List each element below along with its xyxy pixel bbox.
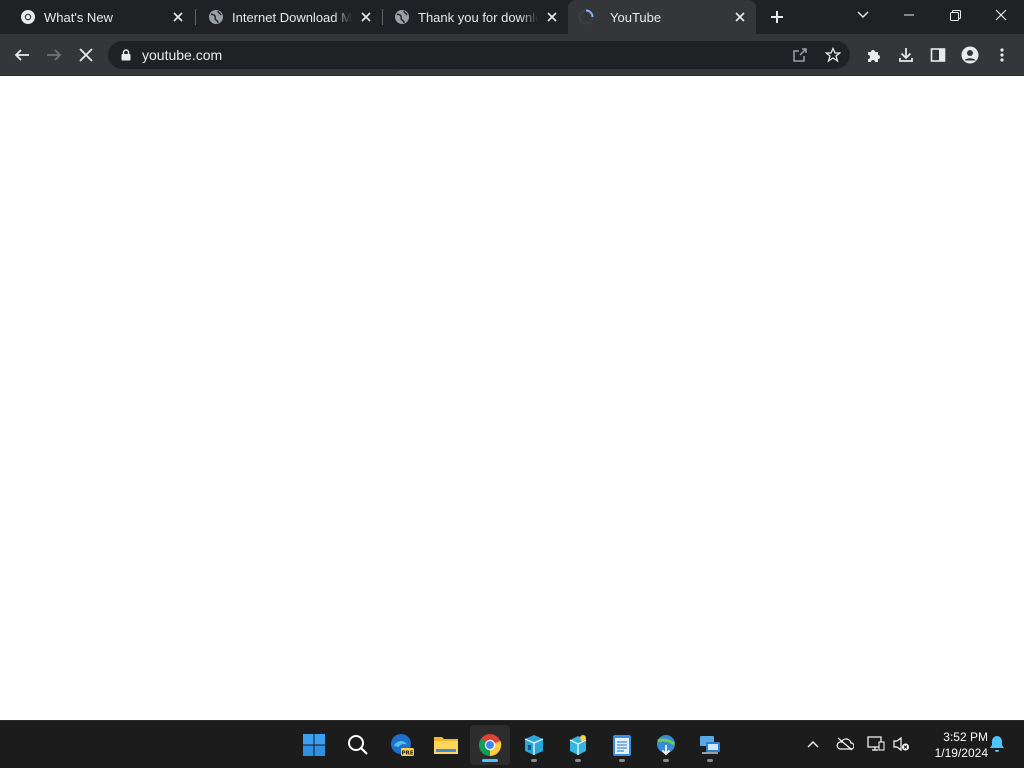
text-cursor-icon — [394, 49, 400, 67]
side-panel-icon — [930, 48, 946, 62]
volume-mute-icon[interactable] — [890, 733, 912, 755]
kebab-menu-icon — [1000, 48, 1004, 62]
restore-icon — [949, 9, 961, 21]
close-icon — [79, 48, 93, 62]
system-clock[interactable]: 3:52 PM 1/19/2024 — [918, 729, 988, 761]
network-app-icon — [700, 736, 720, 754]
clock-time: 3:52 PM — [943, 730, 988, 744]
chrome-icon — [479, 734, 502, 756]
tab-title: YouTube — [610, 9, 662, 25]
web-page-content[interactable] — [0, 76, 1024, 720]
tab-youtube[interactable]: YouTube — [568, 0, 756, 34]
restore-button[interactable] — [932, 0, 978, 30]
taskbar-search-button[interactable] — [338, 725, 378, 765]
display-network-icon[interactable] — [865, 733, 887, 755]
windows-taskbar: PRE 3:52 PM 1/19/2024 — [0, 720, 1024, 768]
share-icon[interactable] — [790, 45, 810, 65]
stop-loading-button[interactable] — [70, 39, 102, 71]
taskbar-notepad[interactable] — [602, 725, 642, 765]
running-app-indicator — [707, 759, 713, 762]
chrome-icon — [20, 9, 36, 25]
taskbar-app-cube-2[interactable] — [558, 725, 598, 765]
taskbar-internet-download-manager[interactable] — [646, 725, 686, 765]
file-explorer-icon — [434, 737, 458, 754]
puzzle-icon — [868, 50, 880, 62]
globe-icon — [208, 9, 224, 25]
tab-title: What's New — [44, 9, 113, 25]
running-app-indicator — [619, 759, 625, 762]
close-icon[interactable] — [732, 9, 748, 25]
chevron-down-icon — [857, 11, 869, 18]
internet-download-manager-icon — [657, 735, 675, 756]
lock-icon[interactable] — [118, 47, 134, 63]
minimize-button[interactable] — [886, 0, 932, 30]
close-window-button[interactable] — [978, 0, 1024, 30]
taskbar-edge-beta[interactable]: PRE — [382, 725, 422, 765]
chevron-up-icon[interactable] — [802, 733, 824, 755]
running-app-indicator — [663, 759, 669, 762]
plus-icon — [771, 11, 783, 23]
side-panel-button[interactable] — [922, 39, 954, 71]
globe-icon — [394, 9, 410, 25]
svg-text:PRE: PRE — [401, 750, 413, 756]
active-app-indicator — [482, 759, 498, 762]
clock-date: 1/19/2024 — [934, 746, 988, 760]
taskbar-app-cube[interactable] — [514, 725, 554, 765]
minimize-icon — [904, 14, 914, 16]
new-tab-button[interactable] — [765, 5, 789, 29]
tab-title: Internet Download Ma — [232, 9, 352, 25]
tab-thank-you[interactable]: Thank you for downlo — [374, 0, 568, 34]
avatar-icon — [961, 46, 979, 64]
close-icon[interactable] — [170, 9, 186, 25]
tab-whats-new[interactable]: What's New — [0, 0, 194, 34]
back-button[interactable] — [6, 39, 38, 71]
taskbar-chrome[interactable] — [470, 725, 510, 765]
arrow-left-icon — [14, 49, 29, 61]
close-icon[interactable] — [358, 9, 374, 25]
tab-search-button[interactable] — [840, 0, 886, 30]
taskbar-file-explorer[interactable] — [426, 725, 466, 765]
address-bar[interactable]: youtube.com — [108, 41, 850, 69]
url-text: youtube.com — [142, 47, 223, 63]
windows-start-icon — [303, 734, 325, 756]
app-cube2-icon — [569, 735, 587, 755]
tab-title: Thank you for downlo — [418, 9, 538, 25]
running-app-indicator — [575, 759, 581, 762]
close-icon — [995, 9, 1007, 21]
search-icon — [348, 735, 368, 755]
tab-strip: What's New Internet Download Ma Thank yo… — [0, 0, 1024, 34]
bookmark-star-icon[interactable] — [823, 45, 843, 65]
menu-button[interactable] — [986, 39, 1018, 71]
onedrive-offline-icon[interactable] — [834, 733, 856, 755]
notepad-icon — [613, 735, 631, 756]
extensions-button[interactable] — [858, 39, 890, 71]
download-icon — [899, 48, 913, 62]
notifications-icon[interactable] — [986, 733, 1008, 755]
arrow-right-icon — [47, 49, 62, 61]
tab-internet-download-manager[interactable]: Internet Download Ma — [188, 0, 382, 34]
start-button[interactable] — [294, 725, 334, 765]
running-app-indicator — [531, 759, 537, 762]
close-icon[interactable] — [544, 9, 560, 25]
downloads-button[interactable] — [890, 39, 922, 71]
profile-button[interactable] — [954, 39, 986, 71]
forward-button[interactable] — [38, 39, 70, 71]
taskbar-network-app[interactable] — [690, 725, 730, 765]
loading-spinner-icon — [578, 9, 594, 25]
edge-beta-icon: PRE — [391, 734, 414, 756]
app-cube-icon — [524, 735, 544, 755]
